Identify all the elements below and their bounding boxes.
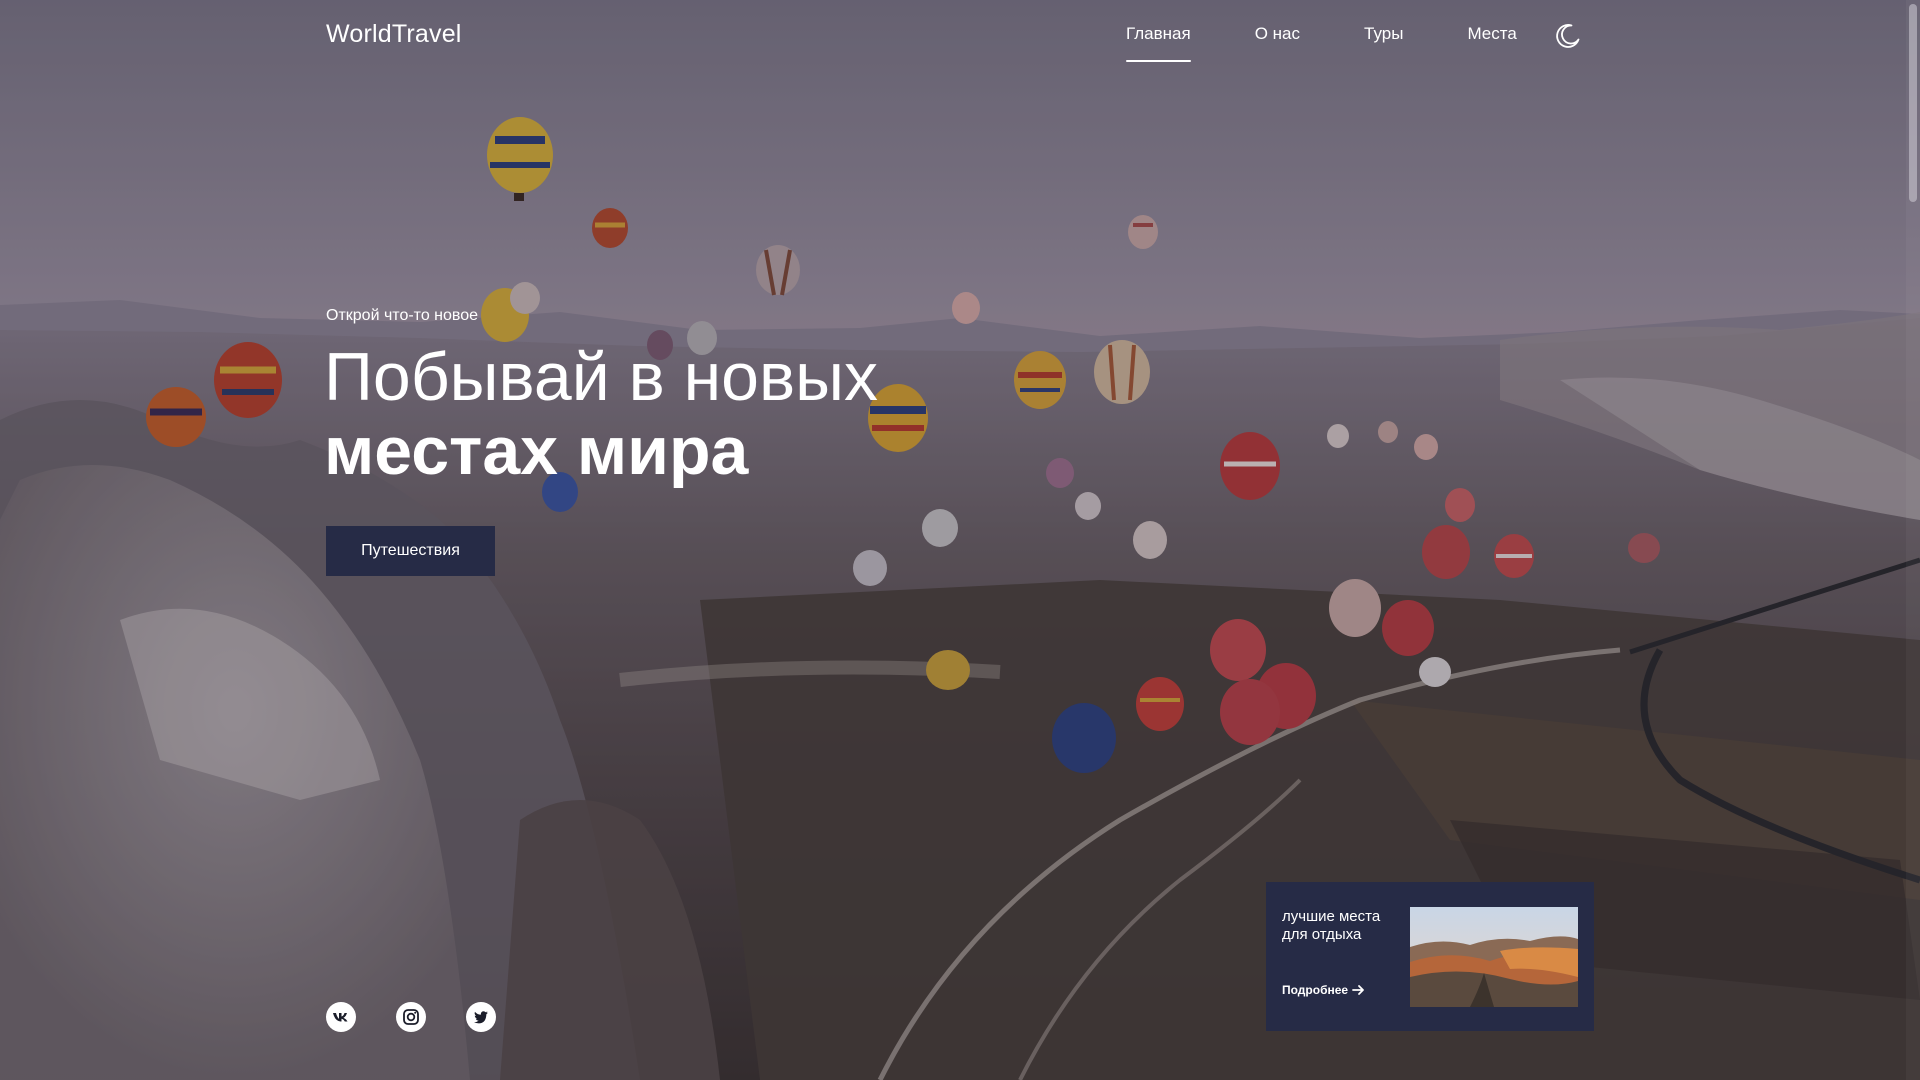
nav-item-home[interactable]: Главная bbox=[1126, 24, 1191, 62]
moon-icon bbox=[1556, 24, 1580, 48]
twitter-icon bbox=[474, 1011, 488, 1024]
hero-title-line2: местах мира bbox=[324, 413, 749, 489]
nav-item-places[interactable]: Места bbox=[1467, 24, 1516, 54]
more-link[interactable]: Подробнее bbox=[1282, 983, 1365, 997]
site-logo[interactable]: WorldTravel bbox=[326, 20, 462, 49]
hero-title: Побывай в новых местах мира bbox=[324, 340, 878, 488]
hero-title-line1: Побывай в новых bbox=[324, 339, 878, 415]
promo-image bbox=[1410, 907, 1578, 1007]
vk-link[interactable] bbox=[326, 1002, 356, 1032]
hero-eyebrow: Открой что-то новое bbox=[326, 307, 479, 324]
promo-title: лучшие места для отдыха bbox=[1282, 908, 1381, 943]
instagram-link[interactable] bbox=[396, 1002, 426, 1032]
scrollbar-thumb[interactable] bbox=[1909, 4, 1917, 202]
social-links bbox=[326, 1002, 496, 1032]
more-link-label: Подробнее bbox=[1282, 983, 1349, 997]
hero-overlay bbox=[0, 0, 1920, 1080]
nav-item-about[interactable]: О нас bbox=[1255, 24, 1300, 54]
arrow-right-icon bbox=[1352, 985, 1364, 995]
main-nav: Главная О нас Туры Места bbox=[1126, 24, 1517, 62]
twitter-link[interactable] bbox=[466, 1002, 496, 1032]
travel-button[interactable]: Путешествия bbox=[326, 526, 495, 576]
page-scrollbar[interactable] bbox=[1906, 0, 1920, 1080]
nav-item-tours[interactable]: Туры bbox=[1364, 24, 1403, 54]
theme-toggle-button[interactable] bbox=[1554, 22, 1582, 50]
vk-icon bbox=[333, 1013, 348, 1022]
instagram-icon bbox=[403, 1009, 419, 1025]
promo-card[interactable]: лучшие места для отдыха Подробнее bbox=[1266, 882, 1594, 1031]
